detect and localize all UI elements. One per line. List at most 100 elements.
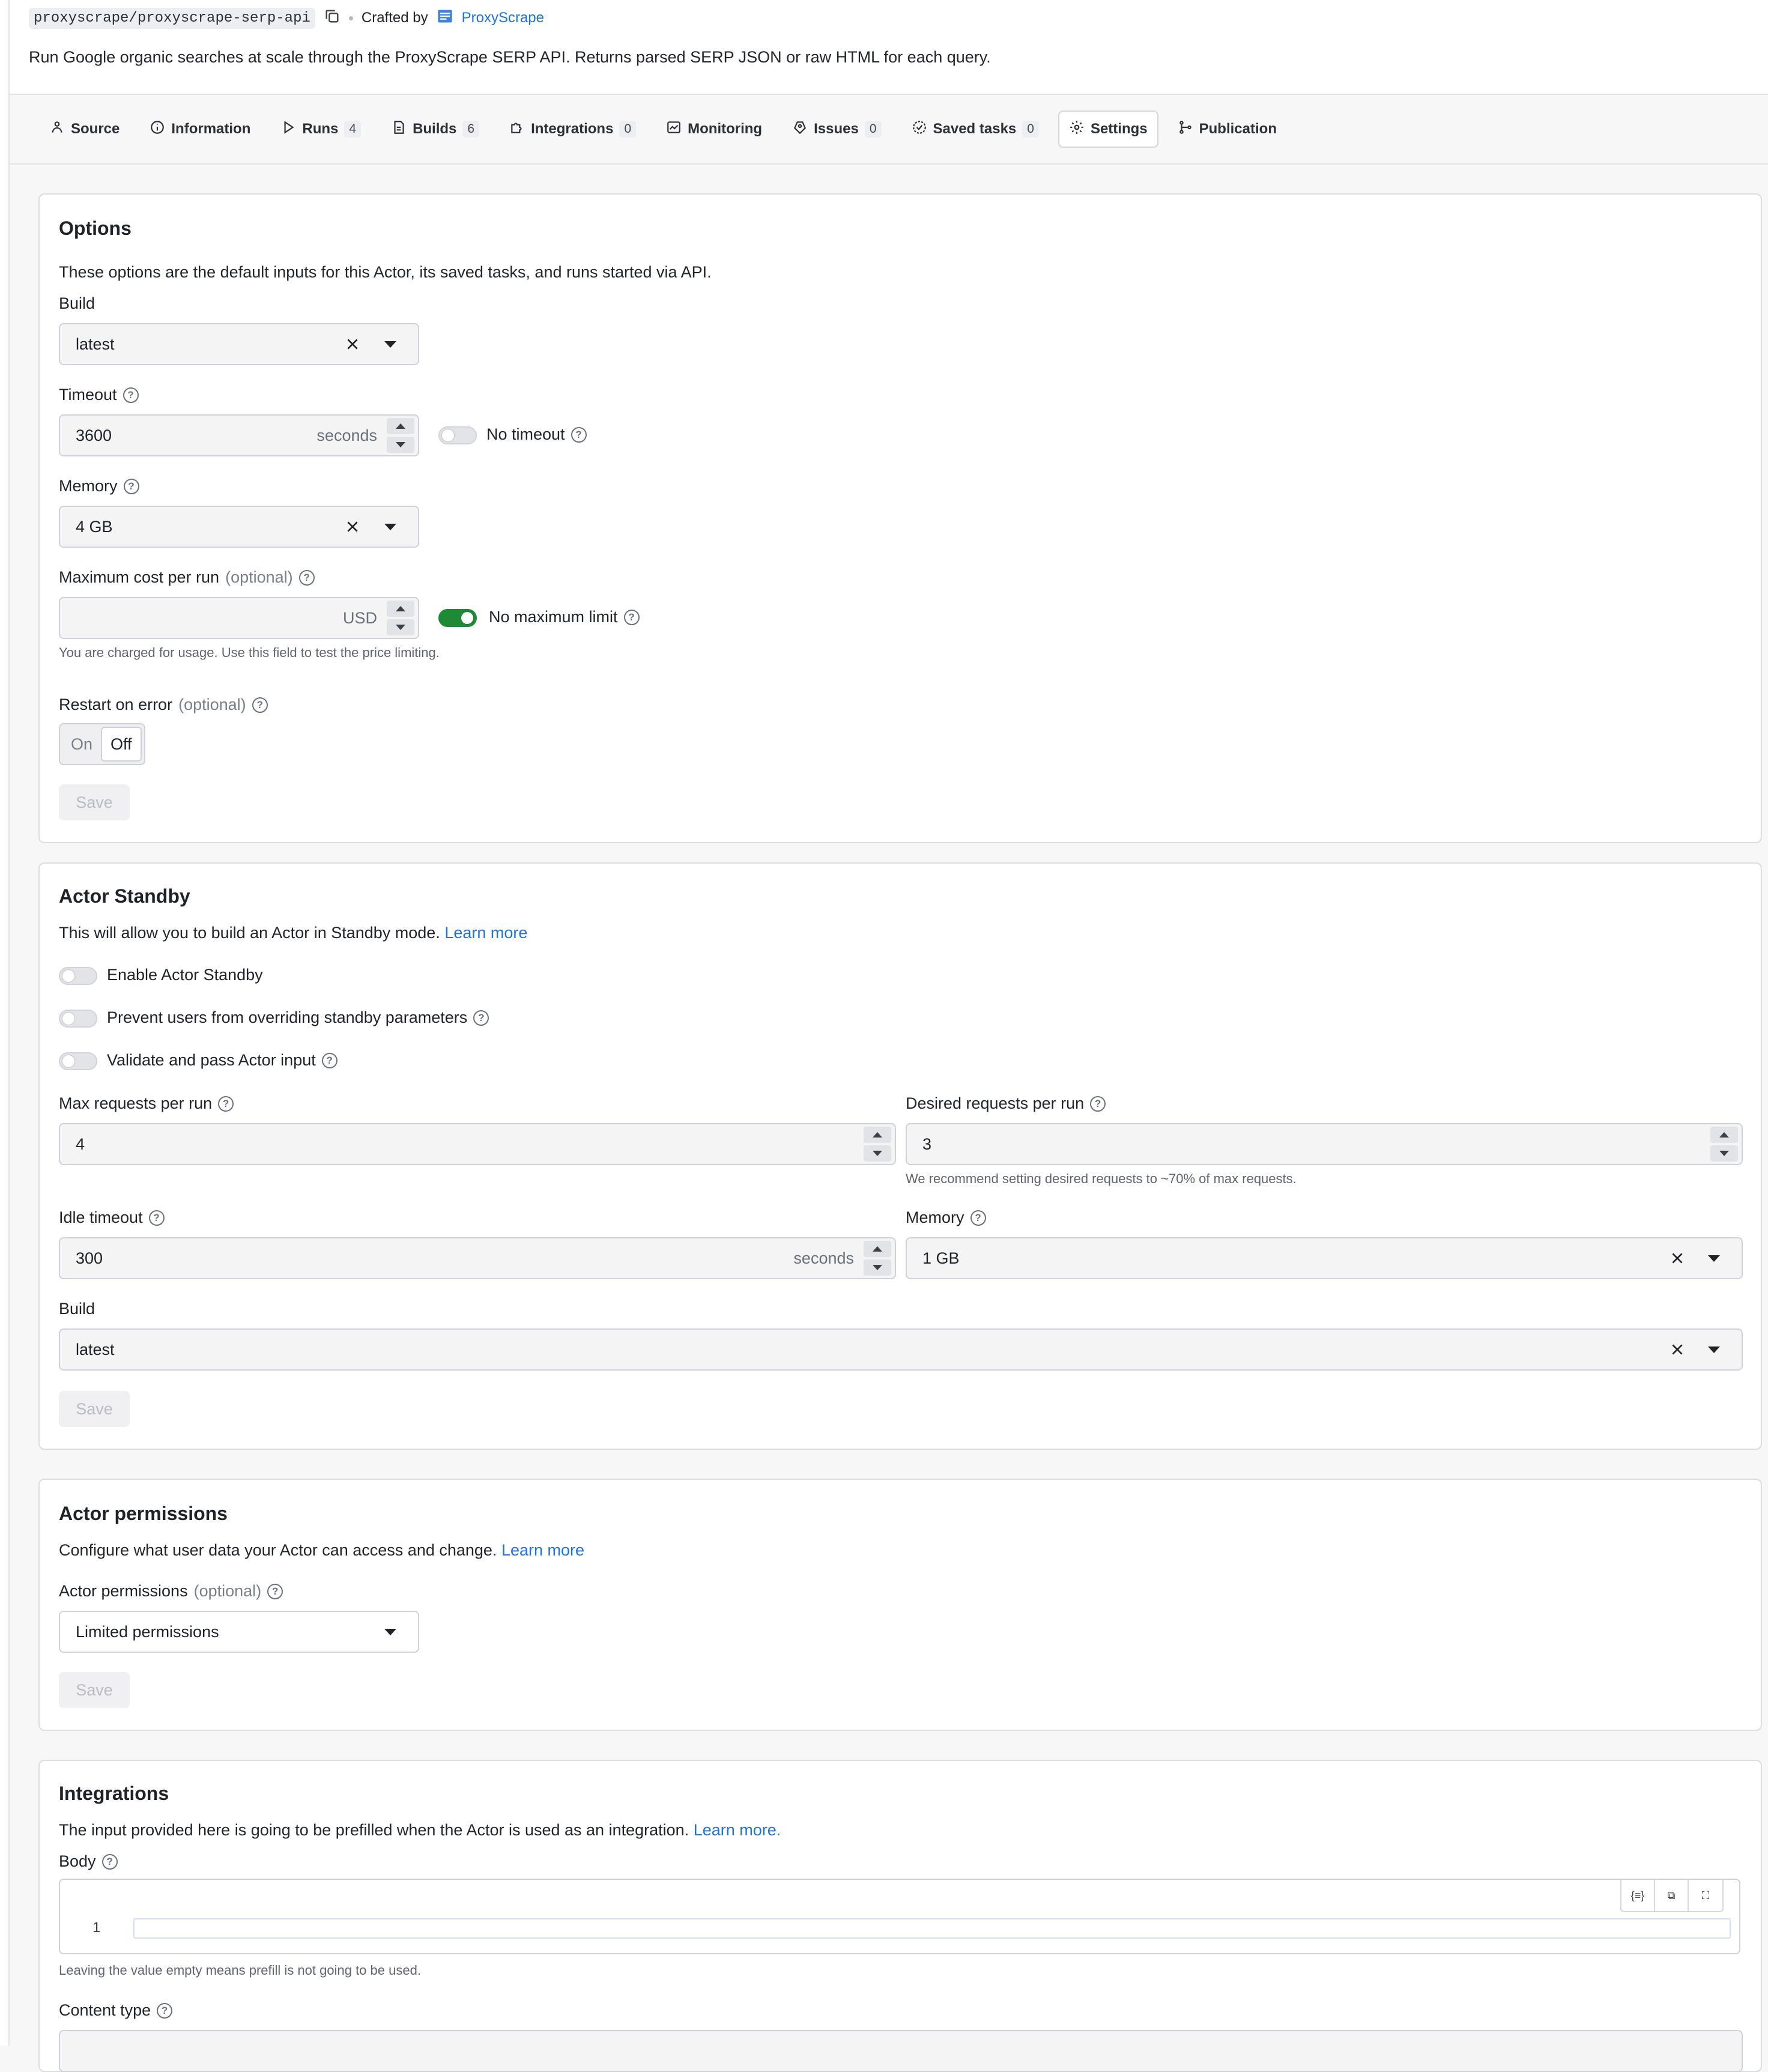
idle-timeout-unit: seconds: [793, 1249, 854, 1267]
validate-input-toggle[interactable]: [59, 1052, 97, 1070]
tab-label: Builds: [413, 121, 457, 137]
timeout-input[interactable]: 3600 seconds: [59, 414, 419, 456]
chevron-down-icon[interactable]: [1708, 1255, 1720, 1262]
help-icon[interactable]: ?: [571, 426, 587, 443]
clear-icon[interactable]: [345, 336, 360, 352]
memory-label: Memory?: [59, 477, 139, 495]
help-icon[interactable]: ?: [267, 1583, 283, 1599]
tab-builds[interactable]: Builds 6: [380, 111, 490, 148]
help-icon[interactable]: ?: [252, 697, 268, 713]
idle-timeout-stepper[interactable]: [864, 1241, 891, 1276]
tab-monitoring[interactable]: Monitoring: [655, 111, 773, 148]
max-cost-stepper[interactable]: [387, 601, 414, 635]
enable-standby-toggle[interactable]: [59, 967, 97, 985]
author-link[interactable]: ProxyScrape: [462, 10, 544, 26]
timeout-unit: seconds: [316, 426, 377, 444]
stepper-arrow[interactable]: [864, 1259, 891, 1276]
tab-saved-tasks[interactable]: Saved tasks 0: [901, 111, 1050, 148]
help-icon[interactable]: ?: [473, 1010, 489, 1026]
stepper-arrow[interactable]: [387, 619, 414, 635]
save-button[interactable]: Save: [59, 1391, 130, 1427]
idle-timeout-input[interactable]: 300 seconds: [59, 1237, 896, 1279]
help-icon[interactable]: ?: [148, 1210, 165, 1226]
body-json-editor[interactable]: {≡} ⧉ ⛶ 1: [59, 1879, 1740, 1954]
help-icon[interactable]: ?: [101, 1853, 118, 1870]
stepper-arrow[interactable]: [864, 1127, 891, 1143]
toggle-knob: [461, 612, 473, 624]
max-cost-hint: You are charged for usage. Use this fiel…: [59, 645, 440, 660]
tab-label: Saved tasks: [933, 121, 1017, 137]
timeout-stepper[interactable]: [387, 418, 414, 453]
restart-on-option[interactable]: On: [62, 727, 101, 762]
stepper-arrow[interactable]: [387, 418, 414, 434]
copy-icon[interactable]: ⧉: [1655, 1880, 1689, 1911]
help-icon[interactable]: ?: [321, 1052, 338, 1068]
editor-toolbar: {≡} ⧉ ⛶: [1620, 1880, 1724, 1912]
stepper-arrow[interactable]: [1710, 1145, 1738, 1162]
learn-more-link[interactable]: Learn more.: [694, 1821, 781, 1839]
stepper-arrow[interactable]: [1710, 1127, 1738, 1143]
save-button[interactable]: Save: [59, 784, 130, 820]
actor-header: proxyscrape/proxyscrape-serp-api Crafted…: [10, 0, 1768, 95]
help-icon[interactable]: ?: [157, 2002, 173, 2019]
build-select[interactable]: latest: [59, 323, 419, 365]
desired-requests-value: 3: [922, 1134, 932, 1153]
clear-icon[interactable]: [1670, 1342, 1685, 1357]
no-timeout-toggle[interactable]: [438, 426, 477, 444]
desired-requests-input[interactable]: 3: [906, 1123, 1743, 1165]
chevron-down-icon[interactable]: [1708, 1346, 1720, 1353]
help-icon[interactable]: ?: [123, 387, 139, 403]
tab-runs[interactable]: Runs 4: [270, 111, 372, 148]
help-icon[interactable]: ?: [218, 1095, 234, 1112]
max-requests-input[interactable]: 4: [59, 1123, 896, 1165]
help-icon[interactable]: ?: [970, 1210, 986, 1226]
help-icon[interactable]: ?: [298, 569, 315, 586]
help-icon[interactable]: ?: [623, 609, 640, 625]
content-type-input[interactable]: [59, 2030, 1743, 2072]
tab-issues[interactable]: Issues 0: [781, 111, 892, 148]
chevron-down-icon[interactable]: [384, 1629, 396, 1635]
chevron-down-icon[interactable]: [384, 524, 396, 530]
clear-icon[interactable]: [1670, 1250, 1685, 1266]
no-max-limit-toggle[interactable]: [438, 609, 477, 627]
stepper-arrow[interactable]: [387, 601, 414, 617]
permissions-select[interactable]: Limited permissions: [59, 1611, 419, 1653]
info-icon: [150, 120, 165, 139]
format-json-icon[interactable]: {≡}: [1621, 1880, 1655, 1911]
standby-build-select[interactable]: latest: [59, 1328, 1743, 1371]
stepper-arrow[interactable]: [864, 1145, 891, 1162]
max-cost-input[interactable]: USD: [59, 597, 419, 639]
fullscreen-icon[interactable]: ⛶: [1689, 1880, 1722, 1911]
builds-icon: [391, 120, 407, 139]
prevent-override-toggle[interactable]: [59, 1010, 97, 1028]
desired-requests-hint: We recommend setting desired requests to…: [906, 1171, 1297, 1186]
standby-memory-value: 1 GB: [922, 1249, 960, 1267]
memory-select[interactable]: 4 GB: [59, 506, 419, 548]
learn-more-link[interactable]: Learn more: [501, 1541, 584, 1559]
integrations-card: Integrations The input provided here is …: [38, 1760, 1762, 2072]
clear-icon[interactable]: [345, 519, 360, 535]
section-title: Options: [59, 217, 132, 239]
copy-icon[interactable]: [324, 8, 341, 29]
tab-information[interactable]: Information: [139, 111, 261, 148]
chevron-down-icon[interactable]: [384, 341, 396, 348]
help-icon[interactable]: ?: [1090, 1095, 1106, 1112]
tab-source[interactable]: Source: [38, 111, 130, 148]
timeout-label: Timeout?: [59, 386, 139, 404]
tab-settings[interactable]: Settings: [1058, 111, 1158, 148]
standby-memory-select[interactable]: 1 GB: [906, 1237, 1743, 1279]
max-requests-stepper[interactable]: [864, 1127, 891, 1162]
desired-requests-stepper[interactable]: [1710, 1127, 1738, 1162]
code-line[interactable]: [133, 1918, 1731, 1939]
tab-count-badge: 6: [462, 121, 480, 138]
save-button[interactable]: Save: [59, 1672, 130, 1708]
max-cost-label: Maximum cost per run (optional)?: [59, 568, 315, 587]
build-value: latest: [76, 335, 115, 353]
stepper-arrow[interactable]: [387, 437, 414, 453]
stepper-arrow[interactable]: [864, 1241, 891, 1257]
learn-more-link[interactable]: Learn more: [444, 924, 527, 942]
tab-integrations[interactable]: Integrations 0: [498, 111, 647, 148]
restart-off-option[interactable]: Off: [101, 727, 142, 762]
tab-publication[interactable]: Publication: [1167, 111, 1288, 148]
help-icon[interactable]: ?: [123, 478, 139, 494]
